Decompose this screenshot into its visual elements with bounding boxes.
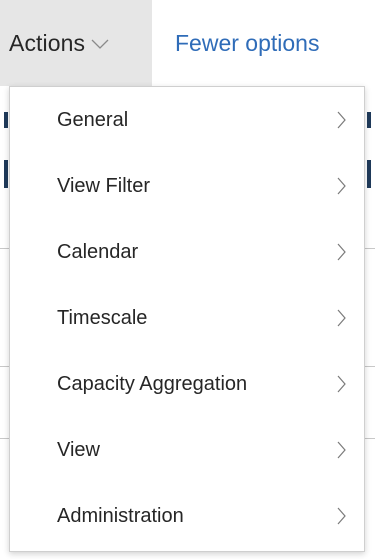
chevron-right-icon (337, 507, 346, 525)
fewer-options-link[interactable]: Fewer options (175, 0, 319, 86)
background-edge-marker (367, 160, 371, 188)
actions-menu-button[interactable]: Actions (0, 0, 152, 86)
background-edge-marker (367, 112, 371, 128)
background-divider (0, 366, 9, 367)
menu-item-view[interactable]: View (10, 417, 364, 483)
background-divider (365, 438, 375, 439)
background-divider (365, 248, 375, 249)
actions-label: Actions (9, 29, 86, 56)
menu-item-label: Timescale (57, 306, 148, 329)
menu-item-label: View Filter (57, 174, 150, 197)
chevron-right-icon (337, 309, 346, 327)
menu-item-timescale[interactable]: Timescale (10, 285, 364, 351)
menu-item-label: General (57, 108, 129, 131)
chevron-down-icon (91, 39, 109, 49)
chevron-right-icon (337, 375, 346, 393)
background-divider (0, 248, 9, 249)
menu-item-label: Calendar (57, 240, 139, 263)
background-divider (0, 438, 9, 439)
actions-dropdown-menu: General View Filter Calendar Timescale C… (9, 86, 365, 552)
menu-item-general[interactable]: General (10, 87, 364, 153)
background-divider (365, 366, 375, 367)
menu-item-view-filter[interactable]: View Filter (10, 153, 364, 219)
menu-item-administration[interactable]: Administration (10, 483, 364, 549)
background-edge-marker (4, 112, 8, 128)
chevron-right-icon (337, 243, 346, 261)
chevron-right-icon (337, 441, 346, 459)
menu-item-capacity-aggregation[interactable]: Capacity Aggregation (10, 351, 364, 417)
background-edge-marker (4, 160, 8, 188)
chevron-right-icon (337, 111, 346, 129)
chevron-right-icon (337, 177, 346, 195)
menu-item-calendar[interactable]: Calendar (10, 219, 364, 285)
menu-item-label: Administration (57, 504, 184, 527)
menu-item-label: Capacity Aggregation (57, 372, 248, 395)
toolbar: Actions Fewer options (0, 0, 375, 86)
menu-item-label: View (57, 438, 100, 461)
